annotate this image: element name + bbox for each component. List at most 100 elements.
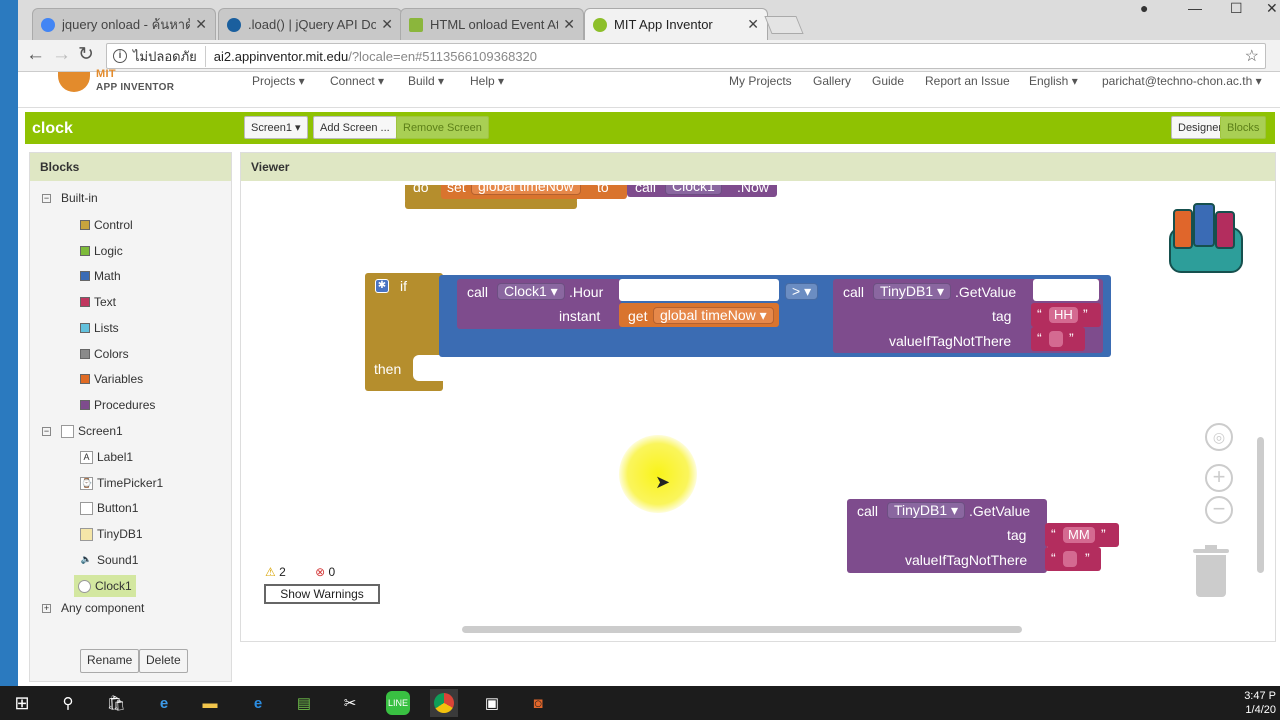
tab-jquery-docs[interactable]: .load() | jQuery API Docu ✕ (218, 8, 402, 40)
profile-icon[interactable]: ● (1140, 0, 1148, 20)
tree-math[interactable]: Math (80, 267, 121, 285)
collapse-icon[interactable]: − (42, 193, 51, 203)
delete-button[interactable]: Delete (139, 649, 188, 673)
tree-timepicker1[interactable]: ⌚ TimePicker1 (80, 474, 163, 492)
remove-screen-button[interactable]: Remove Screen (396, 116, 489, 139)
menu-build[interactable]: Build ▾ (408, 74, 444, 88)
compare-operator-dropdown[interactable]: > ▾ (785, 283, 819, 300)
default-text-field[interactable] (1063, 551, 1077, 567)
screen-select[interactable]: Screen1 ▾ (244, 116, 308, 139)
expand-icon[interactable]: + (42, 603, 51, 613)
maximize-icon[interactable]: ☐ (1230, 0, 1243, 20)
mouse-pointer-icon: ➤ (655, 472, 671, 492)
close-icon[interactable]: ✕ (381, 16, 393, 33)
line-app-icon[interactable]: LINE (386, 691, 410, 715)
search-icon[interactable]: ⚲ (56, 691, 80, 715)
clock-dropdown[interactable]: Clock1 ▾ (497, 283, 565, 300)
tinydb-dropdown[interactable]: TinyDB1 ▾ (873, 283, 952, 300)
tab-w3schools[interactable]: HTML onload Event Attri ✕ (400, 8, 584, 40)
minimize-icon[interactable]: — (1188, 0, 1202, 20)
tree-procedures[interactable]: Procedures (80, 396, 155, 414)
blocks-workspace[interactable]: do set global timeNow to call Clock1 .No… (247, 185, 1271, 637)
tree-sound1[interactable]: 🔈 Sound1 (80, 551, 138, 569)
show-warnings-button[interactable]: Show Warnings (264, 584, 380, 604)
tree-builtin[interactable]: − Built-in (42, 189, 98, 207)
file-explorer-icon[interactable]: ▬ (198, 691, 222, 715)
tree-control[interactable]: Control (80, 216, 133, 234)
tree-variables[interactable]: Variables (80, 370, 143, 388)
add-screen-button[interactable]: Add Screen ... (313, 116, 397, 139)
vertical-scrollbar[interactable] (1257, 437, 1264, 573)
tag-text-field[interactable]: MM (1063, 527, 1095, 543)
tinydb-dropdown[interactable]: TinyDB1 ▾ (887, 502, 966, 519)
blocks-panel: Blocks − Built-in Control Logic Math Text… (29, 152, 232, 682)
store-icon[interactable]: 🛍 (104, 691, 128, 715)
tree-text[interactable]: Text (80, 293, 116, 311)
system-clock[interactable]: 3:47 P 1/4/20 (1244, 689, 1276, 717)
clock-dropdown[interactable]: Clock1 (665, 185, 722, 195)
tree-logic[interactable]: Logic (80, 242, 123, 260)
collapse-icon[interactable]: − (42, 426, 51, 436)
menu-projects[interactable]: Projects ▾ (252, 74, 305, 88)
edge-icon[interactable]: e (246, 691, 270, 715)
tree-screen1[interactable]: − Screen1 (42, 422, 123, 440)
tag-string-block[interactable]: “ HH ” (1031, 303, 1101, 327)
text-swatch-icon (80, 297, 90, 307)
tag-text-field[interactable]: HH (1049, 307, 1078, 323)
tree-any-component[interactable]: + Any component (42, 599, 144, 617)
menu-language[interactable]: English ▾ (1029, 74, 1078, 88)
tree-label1[interactable]: A Label1 (80, 448, 133, 466)
rename-button[interactable]: Rename (80, 649, 140, 673)
forward-arrow-icon[interactable]: → (52, 44, 71, 66)
tree-tinydb1[interactable]: TinyDB1 (80, 525, 143, 543)
default-text-field[interactable] (1049, 331, 1063, 347)
tools-icon[interactable]: ✂ (338, 691, 362, 715)
tree-clock1[interactable]: Clock1 (74, 575, 136, 597)
get-variable-dropdown[interactable]: global timeNow ▾ (653, 307, 774, 324)
warnings-indicator: ⚠ 2 ⊗ 0 (265, 565, 335, 579)
menu-my-projects[interactable]: My Projects (729, 74, 792, 88)
internet-explorer-icon[interactable]: e (152, 691, 176, 715)
close-icon[interactable]: ✕ (747, 16, 759, 33)
notepad-icon[interactable]: ▤ (292, 691, 316, 715)
zoom-in-icon[interactable]: + (1205, 464, 1233, 492)
info-icon[interactable]: i (113, 49, 127, 63)
recorder-icon[interactable]: ◙ (526, 691, 550, 715)
default-string-block-2[interactable]: “ ” (1045, 547, 1101, 571)
menu-guide[interactable]: Guide (872, 74, 904, 88)
window-close-icon[interactable]: ✕ (1266, 0, 1278, 20)
back-arrow-icon[interactable]: ← (26, 44, 45, 66)
tree-lists[interactable]: Lists (80, 319, 119, 337)
close-icon[interactable]: ✕ (195, 16, 207, 33)
backpack-icon[interactable] (1165, 201, 1247, 277)
windows-start-icon[interactable]: ⊞ (10, 691, 34, 715)
horizontal-scrollbar[interactable] (462, 626, 1022, 633)
bookmark-star-icon[interactable]: ☆ (1245, 46, 1259, 66)
menu-help[interactable]: Help ▾ (470, 74, 504, 88)
mutator-gear-icon[interactable]: ✱ (375, 279, 389, 293)
tag-string-block-2[interactable]: “ MM ” (1045, 523, 1119, 547)
chrome-icon[interactable] (430, 689, 458, 717)
app-inventor-favicon-icon (593, 17, 607, 32)
tab-app-inventor[interactable]: MIT App Inventor ✕ (584, 8, 768, 40)
trash-icon[interactable] (1193, 545, 1229, 597)
blocks-button[interactable]: Blocks (1220, 116, 1267, 139)
zoom-out-icon[interactable]: − (1205, 496, 1233, 524)
menu-account[interactable]: parichat@techno-chon.ac.th ▾ (1102, 74, 1262, 88)
default-string-block[interactable]: “ ” (1031, 327, 1085, 351)
tab-google-search[interactable]: jquery onload - ค้นหาด้วย ✕ (32, 8, 216, 40)
tree-colors[interactable]: Colors (80, 345, 129, 363)
set-variable-dropdown[interactable]: global timeNow (471, 185, 581, 195)
close-icon[interactable]: ✕ (563, 16, 575, 33)
tree-button1[interactable]: Button1 (80, 499, 138, 517)
menu-gallery[interactable]: Gallery (813, 74, 851, 88)
set-label: set (447, 185, 466, 195)
getvalue-method-label: .GetValue (969, 503, 1031, 519)
new-tab-button[interactable] (764, 16, 804, 34)
address-input[interactable]: i ไม่ปลอดภัย ai2.appinventor.mit.edu /?l… (106, 43, 1266, 69)
app-icon[interactable]: ▣ (480, 691, 504, 715)
menu-connect[interactable]: Connect ▾ (330, 74, 384, 88)
reload-icon[interactable]: ↻ (78, 44, 94, 66)
recenter-icon[interactable]: ◎ (1205, 423, 1233, 451)
menu-report-issue[interactable]: Report an Issue (925, 74, 1010, 88)
